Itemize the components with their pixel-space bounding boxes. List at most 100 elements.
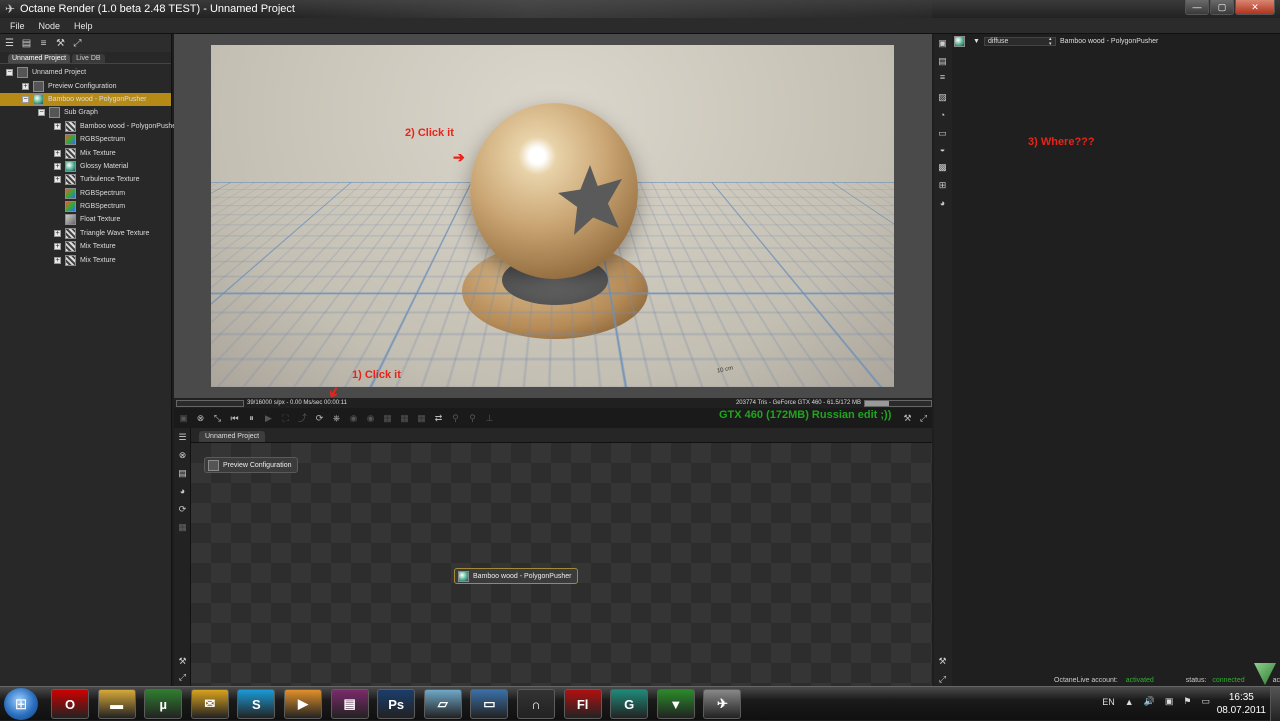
show-desktop-button[interactable] bbox=[1270, 687, 1280, 721]
maximize-button[interactable]: ▢ bbox=[1210, 0, 1234, 15]
taskbar-app-skype[interactable]: S bbox=[237, 689, 276, 719]
tree-item[interactable]: + Mix Texture bbox=[0, 253, 171, 266]
tree-item[interactable]: + Preview Configuration bbox=[0, 79, 171, 92]
nodes-icon[interactable]: ▤ bbox=[21, 38, 32, 49]
tree-item[interactable]: RGBSpectrum bbox=[0, 200, 171, 213]
panel-icon[interactable]: ▭ bbox=[937, 128, 948, 139]
menu-help[interactable]: Help bbox=[74, 21, 93, 31]
expand-icon[interactable]: + bbox=[54, 256, 61, 264]
tree-item[interactable]: + Bamboo wood - PolygonPusher bbox=[0, 120, 178, 133]
list-icon[interactable]: ≡ bbox=[937, 72, 948, 83]
start-button[interactable]: ⊞ bbox=[4, 688, 38, 720]
fullscreen-icon[interactable]: ⤢ bbox=[918, 413, 929, 424]
taskbar-app-octane[interactable]: ▼ bbox=[656, 689, 695, 719]
material-icon[interactable]: ◕ bbox=[177, 486, 188, 497]
nodes-icon[interactable]: ▤ bbox=[937, 56, 948, 67]
texture-icon[interactable]: ▦ bbox=[177, 522, 188, 533]
arrow-up-icon[interactable]: ▲ bbox=[1125, 697, 1134, 707]
expand-icon[interactable]: + bbox=[54, 149, 61, 157]
grid2-icon[interactable]: ▦ bbox=[399, 413, 410, 424]
preview-config-node[interactable]: Preview Configuration bbox=[204, 457, 299, 473]
tree-item[interactable]: RGBSpectrum bbox=[0, 133, 171, 146]
tab-live-db[interactable]: Live DB bbox=[72, 54, 105, 63]
taskbar-app-media[interactable]: ▶ bbox=[284, 689, 322, 719]
export-icon[interactable]: ⇄ bbox=[433, 413, 444, 424]
expand-icon[interactable]: + bbox=[54, 229, 61, 237]
restart-icon[interactable]: ⏮ bbox=[229, 413, 240, 424]
clock[interactable]: 16:35 08.07.2011 bbox=[1217, 691, 1266, 717]
material-picker-icon[interactable]: ⎈ bbox=[331, 413, 342, 424]
tree-item[interactable]: − Unnamed Project bbox=[0, 66, 171, 79]
pin2-icon[interactable]: ⚲ bbox=[467, 413, 478, 424]
collapse-icon[interactable]: − bbox=[6, 69, 13, 77]
taskbar-app-fl[interactable]: Fl bbox=[563, 689, 602, 719]
volume-icon[interactable]: 🔊 bbox=[1144, 696, 1155, 707]
pin-selector[interactable]: diffuse bbox=[983, 37, 1056, 47]
collapse-icon[interactable]: − bbox=[22, 95, 29, 103]
expand-icon[interactable]: + bbox=[54, 176, 61, 184]
tree-item[interactable]: − Sub Graph bbox=[0, 106, 171, 119]
tab-unnamed-project[interactable]: Unnamed Project bbox=[8, 54, 71, 63]
minimize-button[interactable]: — bbox=[1185, 0, 1209, 15]
pin-icon[interactable]: ⚲ bbox=[450, 413, 461, 424]
fullscreen-icon[interactable]: ⤢ bbox=[177, 672, 188, 683]
taskbar-app-utorrent[interactable]: µ bbox=[144, 689, 183, 719]
taskbar-app-notes[interactable]: ▱ bbox=[423, 689, 462, 719]
render-viewport[interactable]: 2) Click it ➔ 10 cm 1) Click it ➔ bbox=[174, 34, 932, 402]
expand-icon[interactable]: + bbox=[22, 82, 29, 90]
grid-icon[interactable]: ▦ bbox=[382, 413, 393, 424]
tree-item[interactable]: + Turbulence Texture bbox=[0, 173, 171, 186]
env-icon[interactable]: ◒ bbox=[937, 144, 948, 155]
recenter-icon[interactable]: ⊗ bbox=[195, 413, 206, 424]
grid-icon[interactable]: ⊞ bbox=[937, 180, 948, 191]
graph-canvas[interactable]: Preview Configuration Bamboo wood - Poly… bbox=[191, 443, 932, 686]
photo-icon[interactable]: ▩ bbox=[937, 162, 948, 173]
wrench-icon[interactable]: ⚒ bbox=[55, 38, 66, 49]
expand-icon[interactable]: + bbox=[54, 162, 61, 170]
taskbar-app-octane2[interactable]: ✈ bbox=[703, 689, 742, 719]
collapse-icon[interactable]: − bbox=[38, 109, 45, 117]
save-icon[interactable]: ▣ bbox=[178, 413, 189, 424]
collapse-icon[interactable]: ▼ bbox=[973, 38, 980, 45]
tree-item[interactable]: + Mix Texture bbox=[0, 146, 171, 159]
flag-icon[interactable]: ⚑ bbox=[1183, 696, 1191, 707]
menu-node[interactable]: Node bbox=[39, 21, 61, 31]
expand-icon[interactable]: ⤢ bbox=[72, 38, 83, 49]
expand-icon[interactable]: + bbox=[54, 243, 61, 251]
tree-item[interactable]: Float Texture bbox=[0, 213, 171, 226]
taskbar-app-opera[interactable]: O bbox=[51, 689, 89, 719]
material-node[interactable]: Bamboo wood - PolygonPusher bbox=[454, 568, 579, 584]
taskbar-app-ps[interactable]: Ps bbox=[377, 689, 416, 719]
expand-icon[interactable]: + bbox=[54, 122, 61, 130]
tree-item[interactable]: + Glossy Material bbox=[0, 160, 171, 173]
wrench-icon[interactable]: ⚒ bbox=[177, 656, 188, 667]
resize-icon[interactable]: ⤡ bbox=[212, 413, 223, 424]
delete-icon[interactable]: ⊗ bbox=[177, 450, 188, 461]
menu-file[interactable]: File bbox=[10, 21, 25, 31]
network-icon[interactable]: ▣ bbox=[1165, 696, 1174, 707]
pause-icon[interactable]: ⏸ bbox=[246, 413, 257, 424]
wrench-icon[interactable]: ⚒ bbox=[937, 656, 948, 667]
material-icon[interactable]: ◕ bbox=[937, 198, 948, 209]
list-icon[interactable]: ≡ bbox=[38, 38, 49, 49]
tree-item[interactable]: RGBSpectrum bbox=[0, 187, 171, 200]
taskbar-app-photos[interactable]: ▭ bbox=[470, 689, 509, 719]
region-icon[interactable]: ◉ bbox=[348, 413, 359, 424]
wrench-icon[interactable]: ⚒ bbox=[902, 413, 913, 424]
lock2-icon[interactable]: ⊥ bbox=[484, 413, 495, 424]
curve-icon[interactable]: ⤴ bbox=[297, 413, 308, 424]
link-icon[interactable]: ⟳ bbox=[177, 504, 188, 515]
tree-item[interactable]: + Triangle Wave Texture bbox=[0, 227, 171, 240]
taskbar-app-g[interactable]: G bbox=[610, 689, 649, 719]
taskbar-app-winrar[interactable]: ▤ bbox=[330, 689, 369, 719]
region2-icon[interactable]: ◉ bbox=[365, 413, 376, 424]
tree-icon[interactable]: ☰ bbox=[177, 432, 188, 443]
lock-icon[interactable]: ⛶ bbox=[280, 413, 291, 424]
inspector-icon[interactable]: ▣ bbox=[937, 38, 948, 49]
image-icon[interactable]: ▨ bbox=[937, 92, 948, 103]
node-icon[interactable]: ▤ bbox=[177, 468, 188, 479]
tree-item[interactable]: + Mix Texture bbox=[0, 240, 171, 253]
grid3-icon[interactable]: ▦ bbox=[416, 413, 427, 424]
graph-tab[interactable]: Unnamed Project bbox=[199, 431, 266, 442]
render-image[interactable]: 2) Click it ➔ 10 cm bbox=[211, 45, 894, 387]
